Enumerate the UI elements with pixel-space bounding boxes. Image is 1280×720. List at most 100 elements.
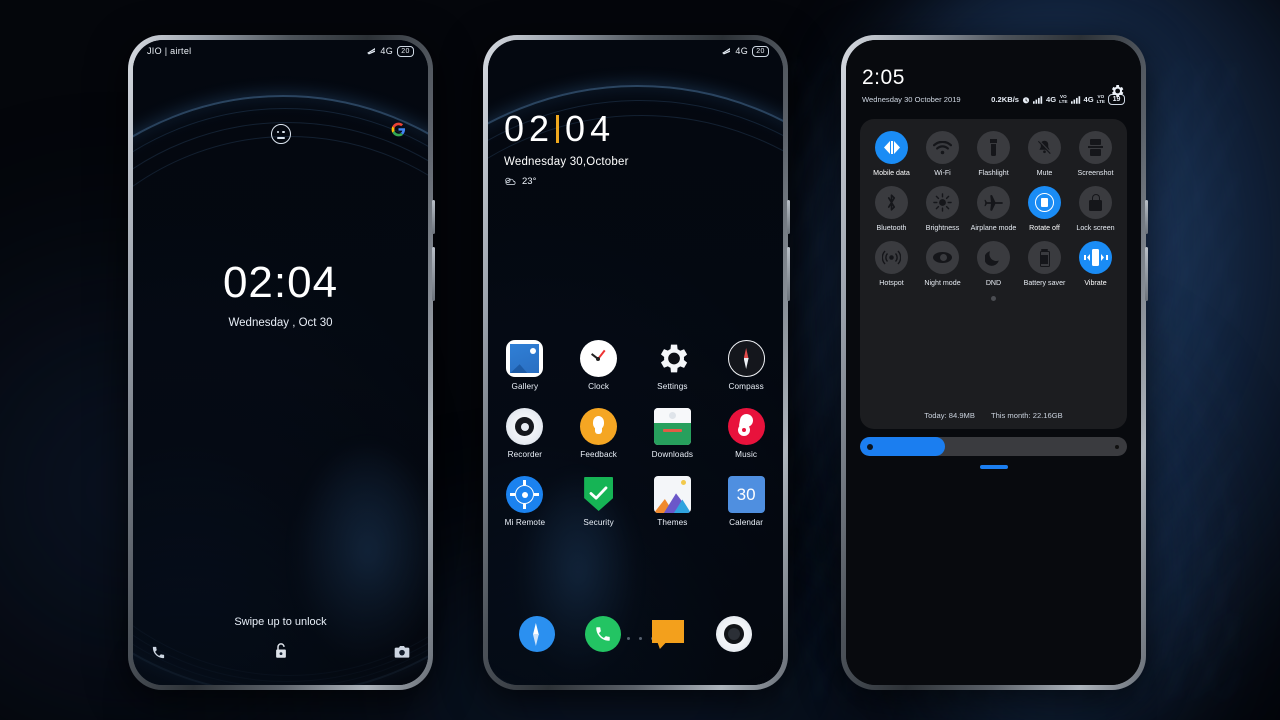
gear-icon[interactable] bbox=[1109, 83, 1125, 99]
power-button[interactable] bbox=[432, 200, 435, 234]
qs-tile-label: Night mode bbox=[924, 279, 961, 287]
qs-tile-hotspot[interactable]: Hotspot bbox=[866, 241, 917, 287]
qs-tile-screenshot[interactable]: Screenshot bbox=[1070, 131, 1121, 177]
volume-button[interactable] bbox=[1145, 247, 1148, 301]
qs-tile-vibrate[interactable]: Vibrate bbox=[1070, 241, 1121, 287]
mi-remote-icon bbox=[506, 476, 544, 513]
app-settings[interactable]: Settings bbox=[644, 340, 700, 391]
phone-icon[interactable] bbox=[151, 645, 166, 660]
qs-tile-flashlight[interactable]: Flashlight bbox=[968, 131, 1019, 177]
camera-lens-icon[interactable] bbox=[716, 616, 753, 652]
night-mode-eye-icon bbox=[926, 241, 959, 274]
app-themes[interactable]: Themes bbox=[644, 476, 700, 527]
qs-tile-rotate-off[interactable]: Rotate off bbox=[1019, 186, 1070, 232]
brightness-slider[interactable] bbox=[860, 437, 1127, 456]
security-shield-icon bbox=[580, 476, 617, 513]
vibrate-icon bbox=[1079, 241, 1112, 274]
qs-system-icons: 0.2KB/s 4G VO LTE 4G VO LTE 19 bbox=[991, 94, 1125, 105]
themes-icon bbox=[653, 476, 691, 513]
widget-hour: 02 bbox=[504, 108, 555, 149]
network-type-label: 4G bbox=[380, 46, 393, 56]
net-speed-label: 0.2KB/s bbox=[991, 95, 1020, 104]
app-clock[interactable]: Clock bbox=[571, 340, 627, 391]
feedback-bulb-icon bbox=[580, 408, 618, 445]
volume-button[interactable] bbox=[432, 247, 435, 301]
brightness-slider-knob[interactable] bbox=[867, 443, 873, 450]
app-security[interactable]: Security bbox=[571, 476, 627, 527]
app-gallery[interactable]: Gallery bbox=[497, 340, 553, 391]
qs-tile-battery-saver[interactable]: Battery saver bbox=[1019, 241, 1070, 287]
qs-tile-label: Rotate off bbox=[1029, 224, 1060, 232]
compass-icon bbox=[727, 340, 765, 377]
power-button[interactable] bbox=[1145, 200, 1148, 234]
widget-date: Wednesday 30,October bbox=[504, 156, 629, 168]
phone-screen: JIO | airtel 4G 20 02:04 Wednesday , Oct… bbox=[133, 40, 428, 685]
mobile-data-icon bbox=[875, 131, 908, 164]
rotate-lock-icon bbox=[1028, 186, 1061, 219]
nav-gesture-bar[interactable] bbox=[979, 465, 1008, 469]
dnd-moon-icon bbox=[977, 241, 1010, 274]
app-feedback[interactable]: Feedback bbox=[571, 408, 627, 459]
lock-icon[interactable] bbox=[272, 641, 290, 661]
data-usage-month: This month: 22.16GB bbox=[990, 411, 1063, 420]
qs-tile-label: Wi-Fi bbox=[934, 169, 951, 177]
battery-badge: 20 bbox=[397, 45, 414, 57]
app-calendar[interactable]: 30 Calendar bbox=[718, 476, 774, 527]
app-mi-remote[interactable]: Mi Remote bbox=[497, 476, 553, 527]
airplane-icon bbox=[977, 186, 1010, 219]
qs-time: 2:05 bbox=[862, 66, 905, 89]
volume-button[interactable] bbox=[787, 247, 790, 301]
qs-tile-brightness[interactable]: Brightness bbox=[917, 186, 968, 232]
qs-tile-mute[interactable]: Mute bbox=[1019, 131, 1070, 177]
app-label: Feedback bbox=[580, 450, 617, 459]
brightness-slider-end bbox=[1115, 444, 1119, 449]
clock-icon bbox=[580, 340, 618, 377]
widget-separator bbox=[556, 115, 560, 143]
screenshot-icon bbox=[1079, 131, 1112, 164]
app-label: Compass bbox=[728, 382, 764, 391]
qs-tile-bluetooth[interactable]: Bluetooth bbox=[866, 186, 917, 232]
face-unlock-icon[interactable] bbox=[270, 124, 291, 144]
qs-tile-wifi[interactable]: Wi-Fi bbox=[917, 131, 968, 177]
data-usage-summary: Today: 84.9MB This month: 22.16GB bbox=[860, 411, 1127, 420]
app-recorder[interactable]: Recorder bbox=[497, 408, 553, 459]
messages-icon[interactable] bbox=[650, 616, 686, 652]
music-icon bbox=[727, 408, 765, 445]
qs-tile-label: Brightness bbox=[925, 224, 960, 232]
sim1-network-label: 4G bbox=[1046, 95, 1057, 104]
qs-tile-label: Flashlight bbox=[978, 169, 1009, 177]
qs-tile-airplane-mode[interactable]: Airplane mode bbox=[968, 186, 1019, 232]
alarm-icon bbox=[1022, 96, 1030, 104]
panel-drag-handle[interactable] bbox=[991, 296, 996, 301]
settings-gear-icon bbox=[654, 340, 691, 377]
qs-tile-night-mode[interactable]: Night mode bbox=[917, 241, 968, 287]
google-g-icon[interactable] bbox=[391, 122, 406, 137]
partly-cloudy-icon bbox=[504, 177, 517, 187]
qs-tile-label: Hotspot bbox=[879, 279, 904, 287]
app-compass[interactable]: Compass bbox=[718, 340, 774, 391]
qs-tile-row: Bluetooth Brightness Airplane mode Rotat… bbox=[866, 186, 1121, 232]
network-type-label: 4G bbox=[735, 46, 748, 56]
app-music[interactable]: Music bbox=[718, 408, 774, 459]
power-button[interactable] bbox=[787, 200, 790, 234]
phone-lockscreen: JIO | airtel 4G 20 02:04 Wednesday , Oct… bbox=[128, 35, 435, 690]
camera-icon[interactable] bbox=[394, 645, 410, 659]
qs-tile-dnd[interactable]: DND bbox=[968, 241, 1019, 287]
clock-weather-widget[interactable]: 02 04 Wednesday 30,October 23° bbox=[504, 108, 629, 187]
padlock-icon bbox=[1079, 186, 1112, 219]
recorder-icon bbox=[506, 408, 544, 445]
qs-tile-mobile-data[interactable]: Mobile data bbox=[866, 131, 917, 177]
widget-temperature: 23° bbox=[522, 176, 537, 187]
battery-saver-icon bbox=[1028, 241, 1061, 274]
swipe-hint-label: Swipe up to unlock bbox=[234, 616, 327, 628]
widget-minute: 04 bbox=[565, 108, 616, 149]
qs-tile-lock-screen[interactable]: Lock screen bbox=[1070, 186, 1121, 232]
gallery-icon bbox=[506, 340, 544, 377]
app-downloads[interactable]: Downloads bbox=[644, 408, 700, 459]
phone-dialer-icon[interactable] bbox=[584, 616, 621, 652]
phone-screen: 2:05 Wednesday 30 October 2019 0.2KB/s 4… bbox=[846, 40, 1141, 685]
browser-compass-icon[interactable] bbox=[518, 616, 555, 652]
bluetooth-icon bbox=[875, 186, 908, 219]
widget-time: 02 04 bbox=[504, 108, 629, 150]
status-bar: 4G 20 bbox=[488, 40, 783, 62]
